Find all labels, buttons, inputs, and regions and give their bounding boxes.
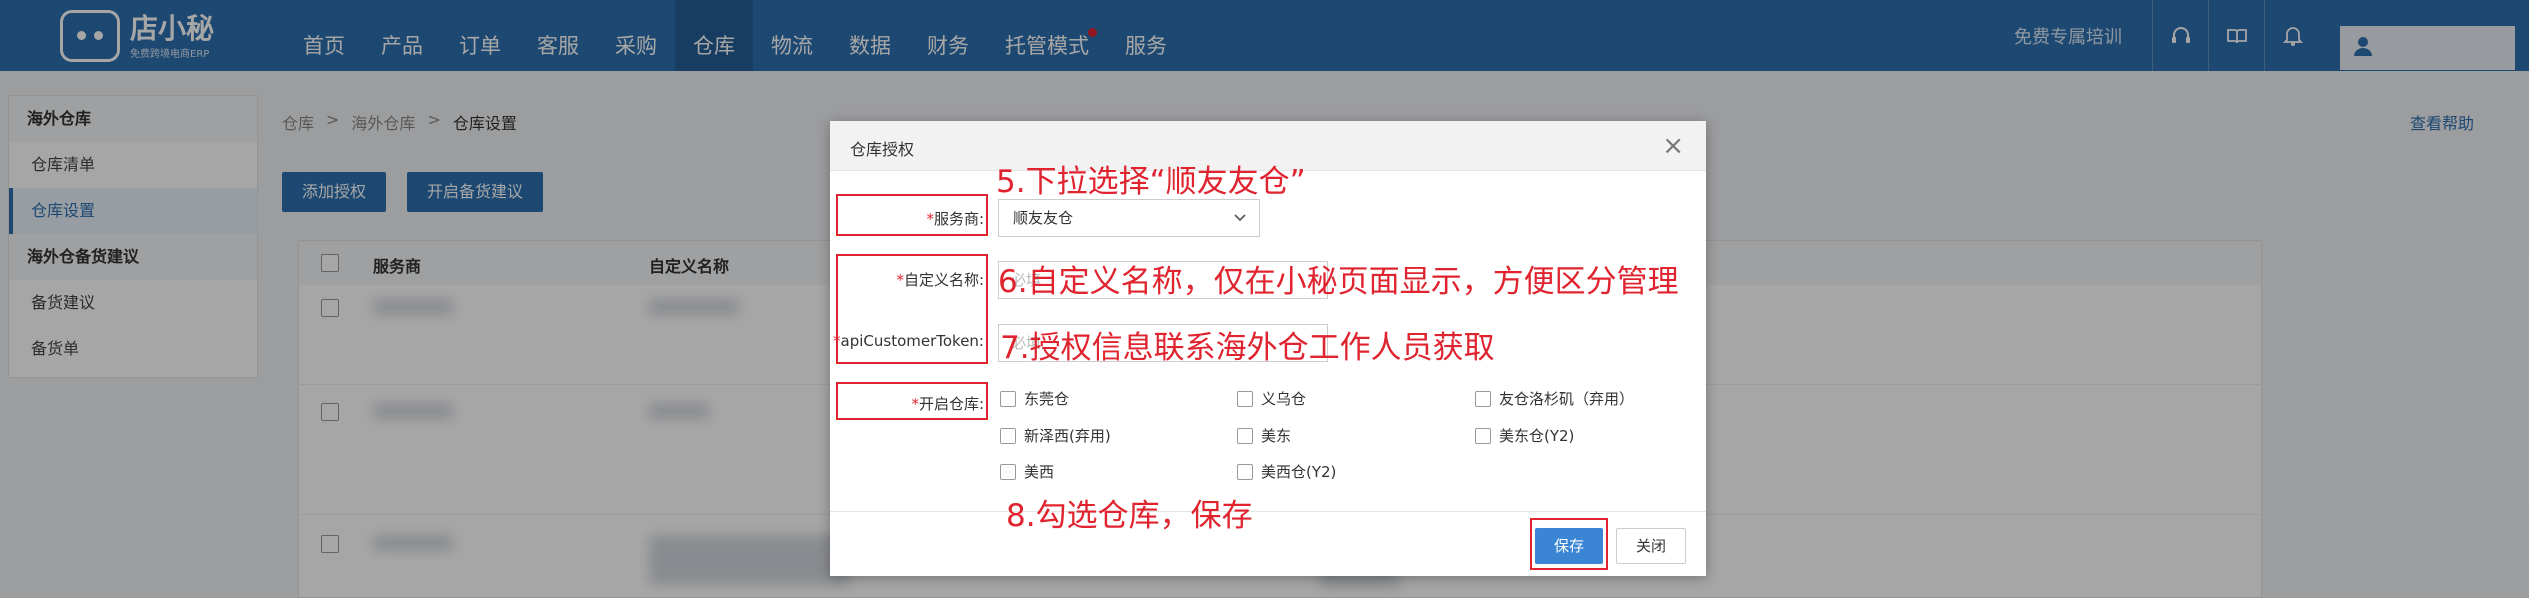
provider-select[interactable]: 顺友友仓 [998, 199, 1260, 237]
warehouse-option-newjersey-deprecated[interactable]: 新泽西(弃用) [1000, 425, 1111, 446]
provider-select-value: 顺友友仓 [1013, 209, 1074, 227]
close-button[interactable]: 关闭 [1616, 528, 1686, 564]
annotation-step7: 7.授权信息联系海外仓工作人员获取 [1000, 330, 1495, 366]
checkbox[interactable] [1475, 427, 1491, 444]
checkbox[interactable] [1237, 463, 1253, 480]
annotation-box-save [1530, 518, 1608, 570]
warehouse-option-label: 美东仓(Y2) [1499, 427, 1575, 445]
warehouse-option-label: 义乌仓 [1261, 390, 1307, 408]
warehouse-option-us-east[interactable]: 美东 [1237, 425, 1291, 446]
dialog-title: 仓库授权 [850, 140, 915, 159]
warehouse-option-label: 美西 [1024, 463, 1055, 481]
warehouse-option-dongguan[interactable]: 东莞仓 [1000, 388, 1069, 409]
warehouse-option-us-west-y2[interactable]: 美西仓(Y2) [1237, 461, 1336, 482]
checkbox[interactable] [1000, 390, 1016, 407]
warehouse-option-label: 美西仓(Y2) [1261, 463, 1337, 481]
warehouse-option-label: 美东 [1261, 427, 1292, 445]
chevron-down-icon [1233, 200, 1247, 250]
warehouse-option-label: 东莞仓 [1024, 390, 1070, 408]
annotation-box-provider [836, 194, 988, 236]
annotation-box-warehouses [836, 382, 988, 420]
warehouse-option-us-west[interactable]: 美西 [1000, 461, 1054, 482]
warehouse-option-label: 友仓洛杉矶（弃用） [1499, 390, 1635, 408]
warehouse-option-label: 新泽西(弃用) [1024, 427, 1111, 445]
warehouse-option-la-deprecated[interactable]: 友仓洛杉矶（弃用） [1475, 388, 1634, 409]
close-icon[interactable]: × [1662, 131, 1684, 161]
checkbox[interactable] [1475, 390, 1491, 407]
annotation-step6: 6.自定义名称，仅在小秘页面显示，方便区分管理 [998, 264, 1679, 300]
checkbox[interactable] [1000, 427, 1016, 444]
annotation-step5: 5.下拉选择“顺友友仓” [996, 164, 1306, 200]
checkbox[interactable] [1237, 390, 1253, 407]
annotation-box-name-token [836, 254, 988, 364]
annotation-step8: 8.勾选仓库，保存 [1006, 498, 1253, 534]
checkbox[interactable] [1000, 463, 1016, 480]
warehouse-option-us-east-y2[interactable]: 美东仓(Y2) [1475, 425, 1574, 446]
warehouse-option-yiwu[interactable]: 义乌仓 [1237, 388, 1306, 409]
checkbox[interactable] [1237, 427, 1253, 444]
